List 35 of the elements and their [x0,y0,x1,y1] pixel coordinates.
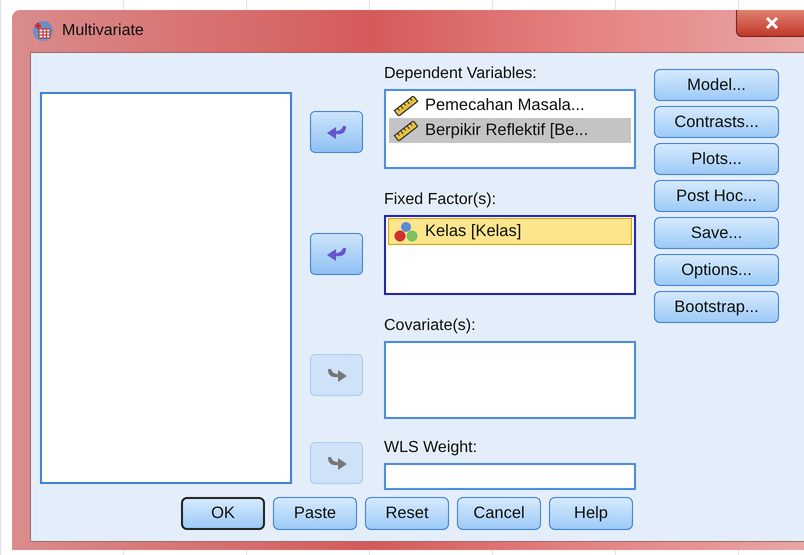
input-field[interactable] [384,463,636,490]
variable-list[interactable] [40,92,292,484]
window-title: Multivariate [62,22,144,40]
close-icon [765,17,779,29]
list-item[interactable]: Pemecahan Masala... [389,93,631,118]
list-label: Covariate(s): [384,317,477,336]
dialog-button[interactable]: Plots... [654,143,779,175]
dialog-button[interactable]: Options... [654,254,779,286]
dialog-button[interactable]: Help [549,497,633,530]
list-item[interactable]: Berpikir Reflektif [Be... [389,118,631,143]
variable-list[interactable] [384,341,636,419]
dialog-button[interactable]: Reset [365,497,449,530]
dialog-button[interactable]: Model... [654,69,779,101]
list-label: Fixed Factor(s): [384,191,498,210]
field-label: WLS Weight: [384,439,478,458]
list-item[interactable]: Kelas [Kelas] [389,219,631,244]
dialog-button[interactable]: Bootstrap... [654,291,779,323]
dialog-button[interactable]: Contrasts... [654,106,779,138]
dialog-button[interactable]: Post Hoc... [654,180,779,212]
variable-list[interactable]: Pemecahan Masala... Berpikir Reflektif [Be... [384,89,636,169]
right-arrow-icon [326,454,348,472]
variable-list[interactable]: Kelas [Kelas] [384,215,636,295]
left-arrow-icon [326,123,348,141]
dialog-button[interactable]: OK [181,497,265,530]
table-icon [32,20,54,42]
right-arrow-icon [326,366,348,384]
left-arrow-icon [326,245,348,263]
dialog-button[interactable]: Save... [654,217,779,249]
close-button[interactable] [736,10,804,37]
dialog-button[interactable]: Cancel [457,497,541,530]
list-label: Dependent Variables: [384,65,538,84]
move-button[interactable] [310,111,363,153]
dialog-button[interactable]: Paste [273,497,357,530]
circles-icon [393,220,419,242]
move-button[interactable] [310,233,363,275]
